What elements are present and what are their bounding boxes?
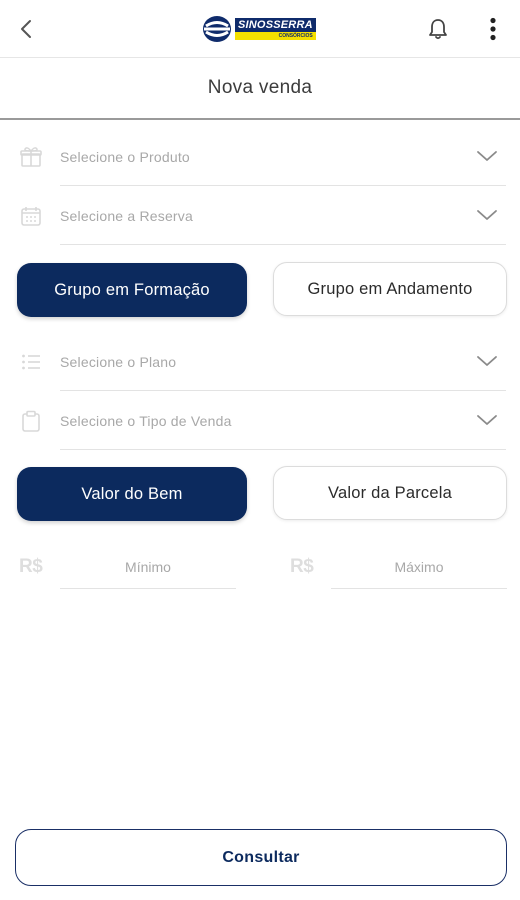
- grupo-em-formacao-button[interactable]: Grupo em Formação: [17, 263, 247, 317]
- select-tipo-de-venda-placeholder: Selecione o Tipo de Venda: [60, 413, 232, 429]
- max-currency-prefix: R$: [290, 556, 314, 577]
- clipboard-icon: [22, 410, 40, 432]
- app-header: SINOSSERRA CONSÓRCIOS: [0, 0, 520, 58]
- select-plano-placeholder: Selecione o Plano: [60, 354, 177, 370]
- select-produto-placeholder: Selecione o Produto: [60, 149, 190, 165]
- back-button[interactable]: [12, 14, 40, 44]
- more-options-button[interactable]: [484, 14, 502, 44]
- sinosserra-logo: SINOSSERRA CONSÓRCIOS: [202, 15, 316, 43]
- page-title: Nova venda: [207, 77, 313, 98]
- notifications-button[interactable]: [426, 16, 450, 42]
- consultar-button[interactable]: Consultar: [15, 829, 507, 886]
- grupo-em-andamento-button[interactable]: Grupo em Andamento: [273, 262, 507, 316]
- gift-icon: [20, 147, 42, 167]
- maximo-input[interactable]: [331, 545, 507, 589]
- more-vertical-icon: [490, 17, 496, 41]
- select-tipo-de-venda[interactable]: Selecione o Tipo de Venda: [0, 392, 520, 450]
- page-title-bar: Nova venda: [0, 58, 520, 120]
- logo-name: SINOSSERRA: [235, 18, 316, 32]
- chevron-down-icon: [477, 151, 497, 161]
- minimo-input[interactable]: [60, 545, 236, 589]
- min-currency-prefix: R$: [19, 556, 43, 577]
- valor-da-parcela-button[interactable]: Valor da Parcela: [273, 466, 507, 520]
- chevron-down-icon: [477, 415, 497, 425]
- select-reserva-placeholder: Selecione a Reserva: [60, 208, 193, 224]
- valor-do-bem-button[interactable]: Valor do Bem: [17, 467, 247, 521]
- select-produto[interactable]: Selecione o Produto: [0, 128, 520, 186]
- select-reserva[interactable]: Selecione a Reserva: [0, 187, 520, 245]
- logo-subtitle: CONSÓRCIOS: [235, 32, 316, 40]
- sinosserra-logo-mark: [203, 16, 231, 42]
- chevron-down-icon: [477, 210, 497, 220]
- select-plano[interactable]: Selecione o Plano: [0, 333, 520, 391]
- bell-icon: [429, 19, 447, 40]
- chevron-down-icon: [477, 356, 497, 366]
- chevron-left-icon: [21, 20, 31, 38]
- calendar-icon: [21, 207, 41, 226]
- list-icon: [22, 354, 40, 370]
